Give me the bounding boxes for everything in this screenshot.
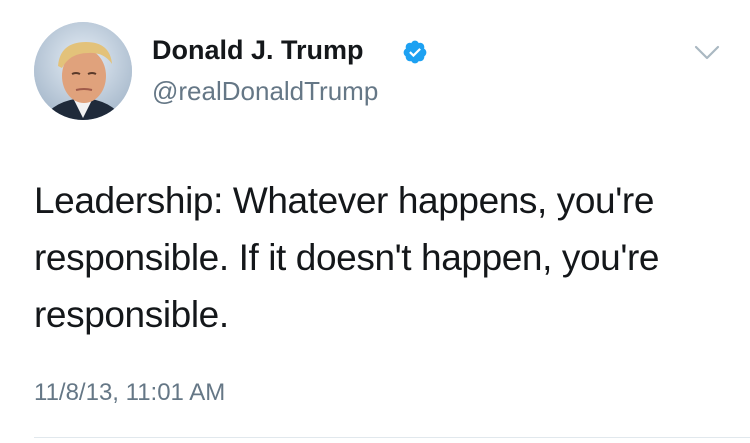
avatar[interactable] bbox=[34, 22, 132, 120]
verified-badge-icon bbox=[403, 40, 427, 64]
chevron-down-icon[interactable] bbox=[694, 44, 720, 62]
tweet-card: Donald J. Trump @realDonaldTrump Leaders… bbox=[0, 0, 750, 443]
author-name[interactable]: Donald J. Trump bbox=[152, 34, 364, 66]
avatar-image bbox=[34, 22, 132, 120]
divider bbox=[34, 437, 750, 438]
tweet-timestamp[interactable]: 11/8/13, 11:01 AM bbox=[34, 378, 225, 408]
tweet-text: Leadership: Whatever happens, you're res… bbox=[34, 180, 660, 335]
author-handle[interactable]: @realDonaldTrump bbox=[152, 76, 378, 106]
